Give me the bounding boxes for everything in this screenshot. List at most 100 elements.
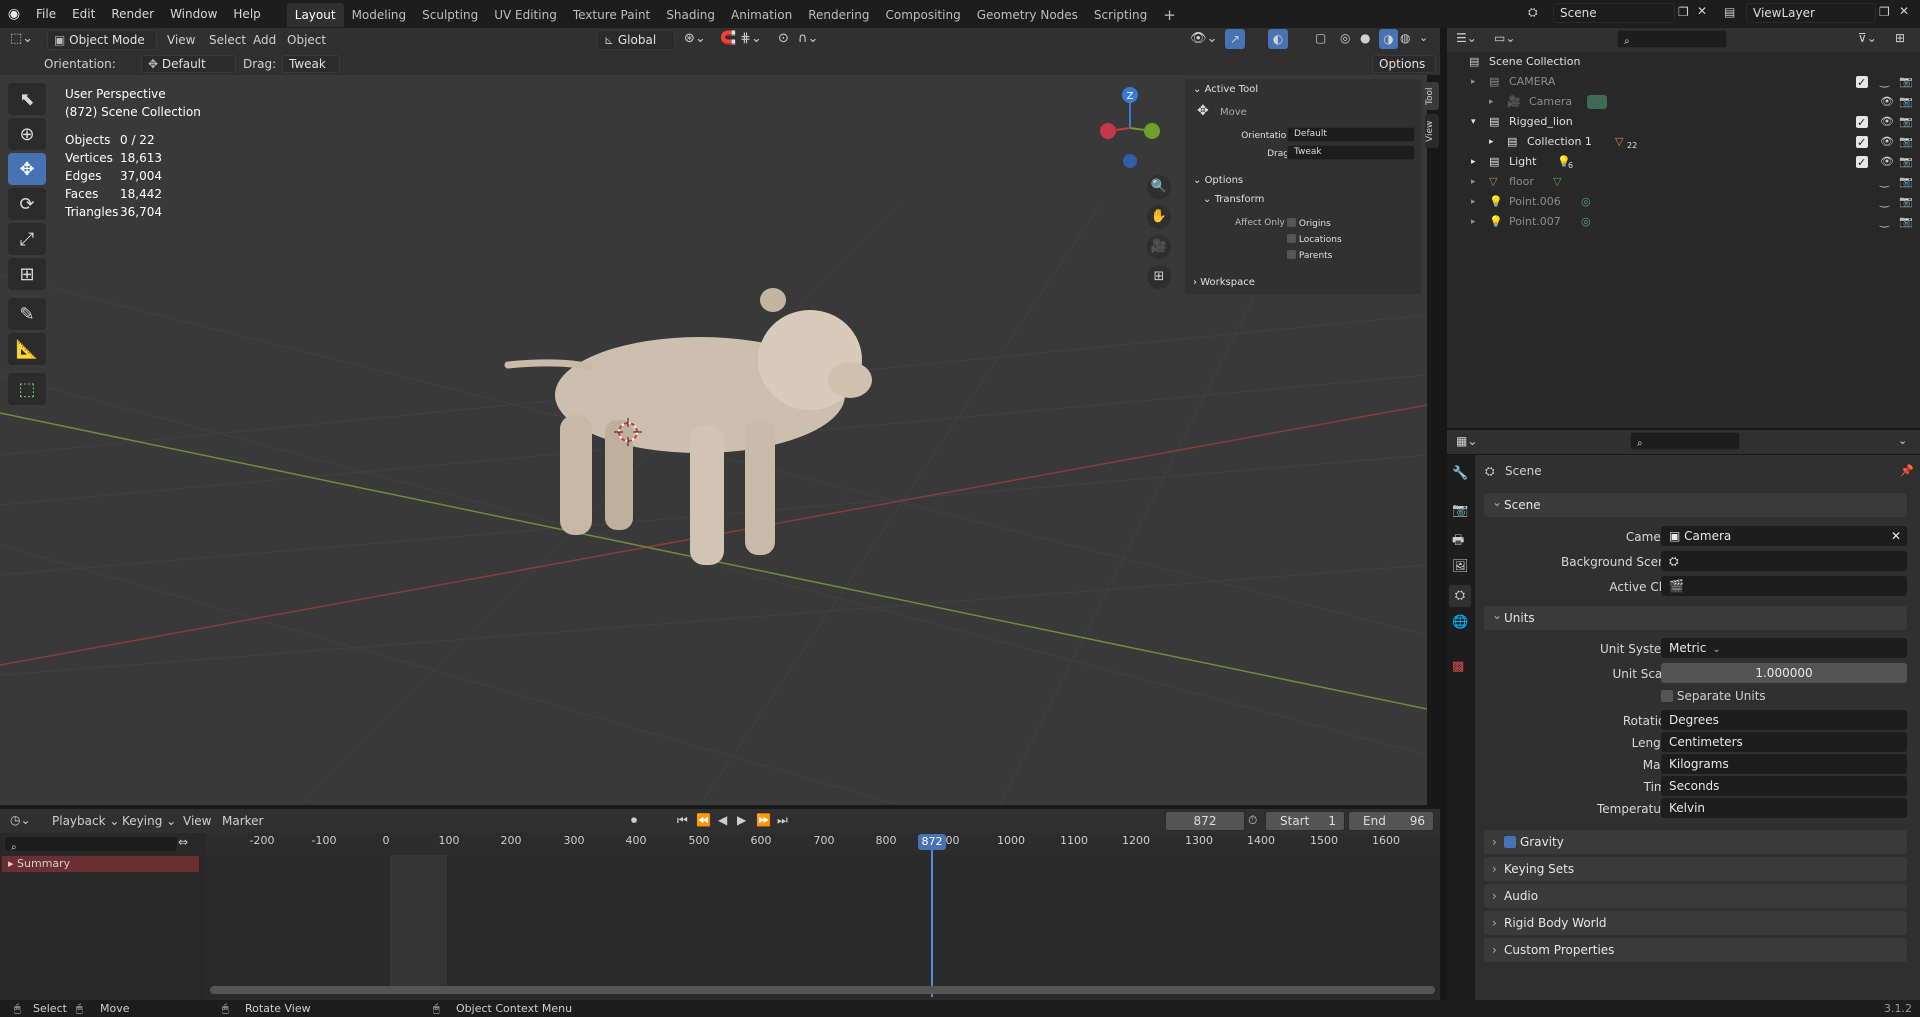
select-box-tool[interactable]: ⬉: [8, 83, 46, 115]
rotate-tool[interactable]: ⟳: [8, 188, 46, 220]
visibility-hidden-icon[interactable]: ‿: [1880, 172, 1889, 192]
outliner-row-floor[interactable]: ▸ ▽ floor ▽ ‿ 📷: [1447, 172, 1920, 192]
tab-scripting[interactable]: Scripting: [1086, 3, 1155, 27]
active-clip-field[interactable]: 🎬: [1661, 576, 1907, 596]
eye-icon[interactable]: 👁: [1880, 112, 1894, 132]
shading-options-icon[interactable]: ⌄: [1419, 31, 1428, 44]
filter-icon[interactable]: ⊽⌄: [1858, 31, 1877, 45]
render-camera-icon[interactable]: 📷: [1899, 192, 1913, 212]
render-camera-icon[interactable]: 📷: [1899, 172, 1913, 192]
tab-geometry-nodes[interactable]: Geometry Nodes: [969, 3, 1086, 27]
tool-tab-icon[interactable]: 🔧: [1452, 466, 1468, 481]
shading-wireframe-icon[interactable]: ◎: [1340, 31, 1350, 45]
eye-icon[interactable]: 👁: [1880, 132, 1894, 152]
tab-shading[interactable]: Shading: [658, 3, 723, 27]
include-checkbox[interactable]: [1856, 153, 1868, 173]
locations-checkbox[interactable]: Locations: [1287, 234, 1342, 245]
playhead-line[interactable]: [931, 847, 933, 997]
tab-rendering[interactable]: Rendering: [800, 3, 877, 27]
annotate-tool[interactable]: ✎: [8, 298, 46, 330]
add-cube-tool[interactable]: ⬚: [8, 373, 46, 405]
outliner-row-scene-collection[interactable]: ▤ Scene Collection: [1447, 52, 1920, 72]
play-reverse-icon[interactable]: ◀: [718, 813, 727, 827]
output-tab-icon[interactable]: 🖶: [1452, 531, 1464, 553]
mass-dropdown[interactable]: Kilograms: [1661, 754, 1907, 774]
shading-rendered-icon[interactable]: ◍: [1400, 31, 1410, 45]
properties-search-input[interactable]: ⌕: [1630, 432, 1740, 450]
outliner-row-point-006[interactable]: ▸ 💡 Point.006 ◎ ‿ 📷: [1447, 192, 1920, 212]
render-camera-icon[interactable]: 📷: [1899, 212, 1913, 232]
workspace-header[interactable]: › Workspace: [1193, 277, 1255, 288]
start-frame-field[interactable]: Start 1: [1265, 811, 1345, 831]
zoom-icon[interactable]: 🔍: [1147, 175, 1171, 199]
timeline-search-input[interactable]: ⌕: [4, 836, 178, 853]
playhead-marker[interactable]: 872: [918, 834, 946, 850]
copy-view-layer-icon[interactable]: ❐: [1879, 5, 1890, 19]
origins-checkbox[interactable]: Origins: [1287, 218, 1331, 229]
move-tool[interactable]: ✥: [8, 153, 46, 185]
collapse-icon[interactable]: ▾: [1471, 112, 1476, 132]
add-workspace-button[interactable]: +: [1155, 3, 1184, 27]
tab-view[interactable]: View: [1425, 114, 1439, 148]
expand-icon[interactable]: ▸: [1471, 212, 1476, 232]
gizmo-toggle-icon[interactable]: ↗: [1225, 29, 1245, 49]
tab-compositing[interactable]: Compositing: [877, 3, 968, 27]
copy-scene-icon[interactable]: ❐: [1678, 5, 1689, 19]
keying-sets-section-header[interactable]: Keying Sets: [1484, 857, 1907, 881]
timeline-menu-keying[interactable]: Keying ⌄: [122, 814, 176, 828]
outliner-row-rigged-lion[interactable]: ▾ ▤ Rigged_lion 👁 📷: [1447, 112, 1920, 133]
background-scene-field[interactable]: ⛭: [1661, 551, 1907, 571]
npanel-drag-dropdown[interactable]: Tweak: [1287, 145, 1415, 160]
falloff-icon[interactable]: ∩⌄: [798, 31, 818, 46]
blender-logo-icon[interactable]: ◉: [0, 6, 28, 22]
tab-modeling[interactable]: Modeling: [344, 3, 415, 27]
render-camera-icon[interactable]: 📷: [1899, 132, 1913, 152]
expand-icon[interactable]: ▸: [1471, 152, 1476, 172]
orientation-dropdown[interactable]: ✥ Default: [141, 55, 236, 73]
scene-icon[interactable]: ⛭: [1528, 5, 1538, 20]
timeline-scrollbar[interactable]: [210, 986, 1435, 994]
view-layer-tab-icon[interactable]: 🖼: [1452, 559, 1469, 574]
scene-tab-icon[interactable]: ⛭: [1449, 585, 1471, 607]
xray-toggle-icon[interactable]: ▢: [1315, 31, 1326, 45]
editor-type-icon[interactable]: ⬚⌄: [10, 31, 33, 46]
tab-sculpting[interactable]: Sculpting: [414, 3, 486, 27]
lion-model[interactable]: [504, 288, 872, 565]
snap-options-icon[interactable]: ⋕⌄: [740, 31, 762, 46]
time-dropdown[interactable]: Seconds: [1661, 776, 1907, 796]
measure-tool[interactable]: 📐: [8, 333, 46, 365]
proportional-edit-icon[interactable]: ⊙: [778, 31, 789, 46]
current-frame-field[interactable]: 872: [1165, 811, 1245, 831]
display-mode-icon[interactable]: ▭⌄: [1494, 31, 1515, 45]
texture-tab-icon[interactable]: ▩: [1452, 659, 1464, 674]
visibility-hidden-icon[interactable]: ‿: [1880, 192, 1889, 212]
outliner-row-collection-1[interactable]: ▸ ▤ Collection 1 ▽ 22 👁 📷: [1447, 132, 1920, 153]
transform-tool[interactable]: ⊞: [8, 258, 46, 290]
overlay-toggle-icon[interactable]: ◐: [1268, 29, 1288, 49]
tab-tool[interactable]: Tool: [1425, 82, 1439, 110]
menu-render[interactable]: Render: [103, 0, 162, 28]
mode-selector[interactable]: ▣ Object Mode: [47, 30, 157, 50]
options-header[interactable]: ⌄ Options: [1193, 175, 1243, 186]
visibility-selector-icon[interactable]: 👁⌄: [1190, 31, 1217, 46]
drag-dropdown[interactable]: Tweak: [282, 55, 340, 73]
timeline-editor-icon[interactable]: ◷⌄: [10, 813, 31, 827]
expand-icon[interactable]: ▸: [1489, 92, 1494, 112]
jump-start-icon[interactable]: ⏮: [677, 813, 688, 828]
include-checkbox[interactable]: [1856, 133, 1868, 153]
units-section-header[interactable]: Units: [1484, 603, 1907, 630]
camera-field[interactable]: ▣ Camera ✕: [1661, 526, 1907, 546]
transform-orientation-dropdown[interactable]: ⊾ Global: [597, 30, 675, 50]
menu-window[interactable]: Window: [162, 0, 225, 28]
options-dropdown[interactable]: Options: [1372, 55, 1436, 73]
menu-file[interactable]: File: [28, 0, 64, 28]
viewport-menu-view[interactable]: View: [167, 33, 195, 47]
visibility-hidden-icon[interactable]: ‿: [1880, 212, 1889, 232]
outliner-row-light[interactable]: ▸ ▤ Light 💡 6 👁 📷: [1447, 152, 1920, 173]
swap-icon[interactable]: ⇔: [178, 835, 188, 849]
properties-options-icon[interactable]: ⌄: [1898, 434, 1907, 447]
outliner-search-input[interactable]: ⌕: [1617, 30, 1727, 48]
view-layer-icon[interactable]: ▤: [1724, 5, 1735, 19]
visibility-hidden-icon[interactable]: ‿: [1880, 72, 1889, 92]
timeline-menu-playback[interactable]: Playback ⌄: [52, 814, 119, 828]
